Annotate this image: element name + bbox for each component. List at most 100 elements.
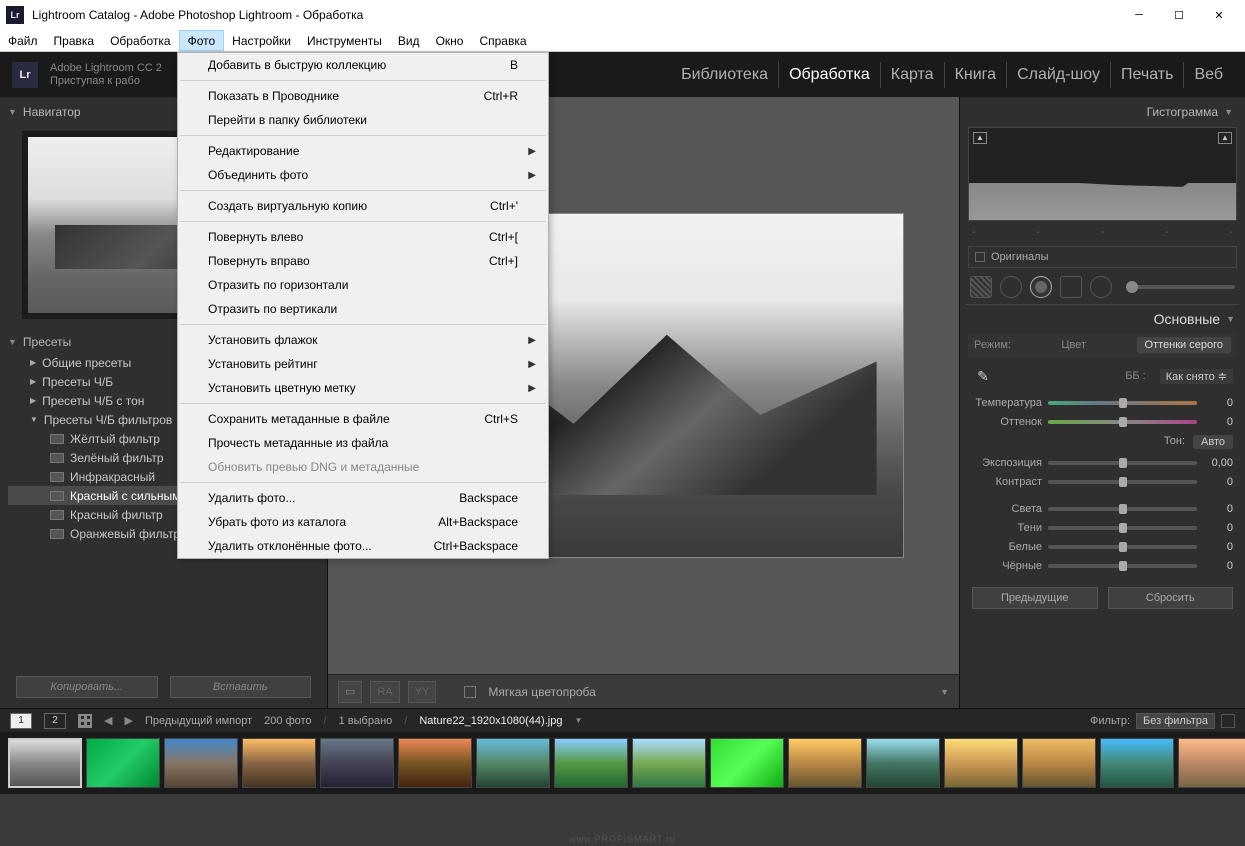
crop-tool[interactable] xyxy=(970,276,992,298)
blacks-slider[interactable] xyxy=(1048,564,1197,568)
temperature-value[interactable]: 0 xyxy=(1201,397,1233,409)
menu-item[interactable]: Установить флажок▶ xyxy=(178,328,548,352)
menu-item[interactable]: Прочесть метаданные из файла xyxy=(178,431,548,455)
tool-slider[interactable] xyxy=(1126,285,1235,289)
menu-настройки[interactable]: Настройки xyxy=(224,30,299,51)
filmstrip[interactable] xyxy=(0,732,1245,794)
exposure-slider[interactable] xyxy=(1048,461,1197,465)
exposure-value[interactable]: 0,00 xyxy=(1201,457,1233,469)
before-after-yy[interactable]: YY xyxy=(408,681,437,703)
treatment-bw[interactable]: Оттенки серого xyxy=(1137,337,1231,353)
menu-item[interactable]: Удалить отклонённые фото...Ctrl+Backspac… xyxy=(178,534,548,558)
module-tab-3[interactable]: Книга xyxy=(945,62,1007,88)
treatment-color[interactable]: Цвет xyxy=(1053,337,1094,353)
thumbnail[interactable] xyxy=(1022,738,1096,788)
menu-item[interactable]: Повернуть вправоCtrl+] xyxy=(178,249,548,273)
whites-value[interactable]: 0 xyxy=(1201,541,1233,553)
reset-button[interactable]: Сбросить xyxy=(1108,587,1234,609)
current-filename[interactable]: Nature22_1920x1080(44).jpg xyxy=(419,715,562,727)
tint-slider[interactable] xyxy=(1048,420,1197,424)
menu-item[interactable]: Удалить фото...Backspace xyxy=(178,486,548,510)
thumbnail[interactable] xyxy=(1178,738,1245,788)
menu-item[interactable]: Сохранить метаданные в файлеCtrl+S xyxy=(178,407,548,431)
menu-item[interactable]: Отразить по горизонтали xyxy=(178,273,548,297)
basic-panel-header[interactable]: Основные▼ xyxy=(966,305,1239,331)
module-tab-2[interactable]: Карта xyxy=(881,62,945,88)
menu-вид[interactable]: Вид xyxy=(390,30,428,51)
paste-button[interactable]: Вставить xyxy=(170,676,312,698)
whites-slider[interactable] xyxy=(1048,545,1197,549)
thumbnail[interactable] xyxy=(710,738,784,788)
thumbnail[interactable] xyxy=(86,738,160,788)
copy-button[interactable]: Копировать... xyxy=(16,676,158,698)
softproof-checkbox[interactable] xyxy=(464,686,476,698)
module-tab-0[interactable]: Библиотека xyxy=(671,62,779,88)
blacks-value[interactable]: 0 xyxy=(1201,560,1233,572)
originals-checkbox[interactable] xyxy=(975,252,985,262)
second-monitor-button[interactable]: 2 xyxy=(44,713,66,729)
tone-auto-button[interactable]: Авто xyxy=(1193,435,1233,449)
forward-icon[interactable]: ▶ xyxy=(124,714,132,727)
thumbnail[interactable] xyxy=(398,738,472,788)
thumbnail[interactable] xyxy=(242,738,316,788)
grid-view-icon[interactable] xyxy=(78,714,92,728)
single-monitor-button[interactable]: 1 xyxy=(10,713,32,729)
filter-dropdown[interactable]: Без фильтра xyxy=(1136,713,1215,729)
menu-item[interactable]: Перейти в папку библиотеки xyxy=(178,108,548,132)
maximize-button[interactable]: ☐ xyxy=(1159,1,1199,29)
clip-shadows-icon[interactable]: ▲ xyxy=(973,132,987,144)
module-tab-6[interactable]: Веб xyxy=(1184,62,1233,88)
previous-button[interactable]: Предыдущие xyxy=(972,587,1098,609)
menu-фото[interactable]: Фото xyxy=(179,30,225,51)
close-button[interactable]: ✕ xyxy=(1199,1,1239,29)
before-after-ra[interactable]: RA xyxy=(370,681,399,703)
module-tab-1[interactable]: Обработка xyxy=(779,62,881,88)
histogram[interactable]: ▲ ▲ xyxy=(968,127,1237,221)
menu-item[interactable]: Объединить фото▶ xyxy=(178,163,548,187)
filter-lock-icon[interactable] xyxy=(1221,714,1235,728)
menu-item[interactable]: Добавить в быструю коллекциюB xyxy=(178,53,548,77)
thumbnail[interactable] xyxy=(164,738,238,788)
menu-файл[interactable]: Файл xyxy=(0,30,46,51)
menu-обработка[interactable]: Обработка xyxy=(102,30,179,51)
toolbar-expand-icon[interactable]: ▼ xyxy=(940,687,949,697)
menu-правка[interactable]: Правка xyxy=(46,30,103,51)
loupe-view-button[interactable]: ▭ xyxy=(338,681,362,703)
thumbnail[interactable] xyxy=(866,738,940,788)
contrast-value[interactable]: 0 xyxy=(1201,476,1233,488)
highlights-value[interactable]: 0 xyxy=(1201,503,1233,515)
eyedropper-icon[interactable]: ✎ xyxy=(972,365,994,387)
shadows-slider[interactable] xyxy=(1048,526,1197,530)
tint-value[interactable]: 0 xyxy=(1201,416,1233,428)
menu-окно[interactable]: Окно xyxy=(428,30,472,51)
thumbnail[interactable] xyxy=(476,738,550,788)
thumbnail[interactable] xyxy=(8,738,82,788)
menu-item[interactable]: Повернуть влевоCtrl+[ xyxy=(178,225,548,249)
menu-item[interactable]: Создать виртуальную копиюCtrl+' xyxy=(178,194,548,218)
module-tab-5[interactable]: Печать xyxy=(1111,62,1184,88)
temperature-slider[interactable] xyxy=(1048,401,1197,405)
grad-filter-tool[interactable] xyxy=(1060,276,1082,298)
shadows-value[interactable]: 0 xyxy=(1201,522,1233,534)
back-icon[interactable]: ◀ xyxy=(104,714,112,727)
contrast-slider[interactable] xyxy=(1048,480,1197,484)
menu-item[interactable]: Отразить по вертикали xyxy=(178,297,548,321)
thumbnail[interactable] xyxy=(788,738,862,788)
thumbnail[interactable] xyxy=(632,738,706,788)
module-tab-4[interactable]: Слайд-шоу xyxy=(1007,62,1111,88)
highlights-slider[interactable] xyxy=(1048,507,1197,511)
originals-row[interactable]: Оригиналы xyxy=(968,246,1237,268)
minimize-button[interactable]: ─ xyxy=(1119,1,1159,29)
menu-item[interactable]: Установить рейтинг▶ xyxy=(178,352,548,376)
menu-item[interactable]: Убрать фото из каталогаAlt+Backspace xyxy=(178,510,548,534)
thumbnail[interactable] xyxy=(320,738,394,788)
menu-справка[interactable]: Справка xyxy=(471,30,534,51)
source-label[interactable]: Предыдущий импорт xyxy=(145,715,252,727)
wb-value[interactable]: Как снято ≑ xyxy=(1160,369,1233,384)
thumbnail[interactable] xyxy=(1100,738,1174,788)
radial-filter-tool[interactable] xyxy=(1090,276,1112,298)
menu-item[interactable]: Редактирование▶ xyxy=(178,139,548,163)
spot-tool[interactable] xyxy=(1000,276,1022,298)
menu-item[interactable]: Установить цветную метку▶ xyxy=(178,376,548,400)
thumbnail[interactable] xyxy=(944,738,1018,788)
